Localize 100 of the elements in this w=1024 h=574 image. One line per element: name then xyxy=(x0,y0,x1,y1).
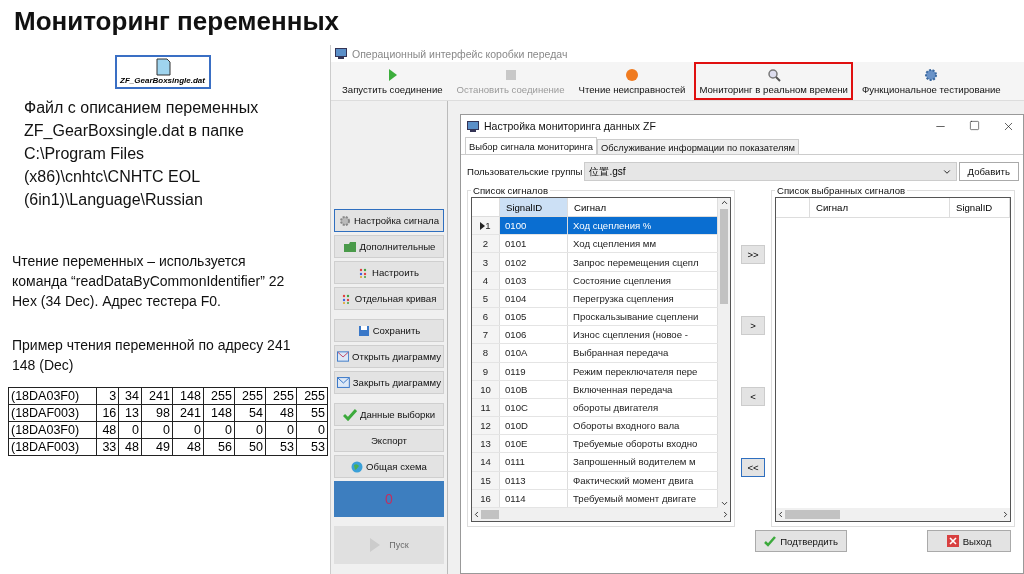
exit-button[interactable]: Выход xyxy=(927,530,1011,552)
table-cell: 255 xyxy=(296,387,328,405)
field-label: Пользовательские группы xyxy=(467,166,583,177)
scrollbar[interactable] xyxy=(718,198,730,508)
add-button[interactable]: Добавить xyxy=(958,162,1019,181)
table-cell: 0 xyxy=(172,421,204,439)
side-button[interactable]: Настроить xyxy=(334,261,444,284)
confirm-button[interactable]: Подтвердить xyxy=(755,530,847,552)
file-name: ZF_GearBoxsingle.dat xyxy=(120,76,205,85)
table-cell: 0 xyxy=(141,421,173,439)
side-button[interactable]: Дополнительные xyxy=(334,235,444,258)
magnifier-icon xyxy=(766,67,781,82)
slide-title: Мониторинг переменных xyxy=(13,5,341,38)
scrollbar-thumb[interactable] xyxy=(720,209,728,304)
group-title: Список сигналов xyxy=(472,185,549,196)
current-row-icon xyxy=(480,221,486,230)
group-dropdown[interactable]: 位置.gsf xyxy=(584,162,957,181)
table-cell: 148 xyxy=(172,387,204,405)
table-cell: 0 xyxy=(234,421,266,439)
table-cell: 50 xyxy=(234,438,266,456)
circle-icon xyxy=(625,67,639,82)
table-cell: 48 xyxy=(172,438,204,456)
table-cell: 16 xyxy=(96,404,119,422)
document-icon xyxy=(153,58,172,76)
table-cell: 48 xyxy=(265,404,297,422)
table-cell: 53 xyxy=(265,438,297,456)
tab[interactable]: Обслуживание информации по показателям xyxy=(596,139,799,154)
side-button[interactable]: Отдельная кривая xyxy=(334,287,444,310)
close-icon xyxy=(946,535,959,547)
row-number: 14 xyxy=(472,453,500,471)
chevron-icon[interactable] xyxy=(472,510,481,519)
chevron-icon[interactable] xyxy=(719,198,729,207)
counter-display: 0 xyxy=(334,481,444,517)
group-title: Список выбранных сигналов xyxy=(776,185,907,196)
toolbar-button[interactable]: Функциональное тестирование xyxy=(856,62,1006,100)
row-number: 7 xyxy=(472,326,500,344)
side-button[interactable]: Закрыть диаграмму xyxy=(334,371,444,394)
folder-icon xyxy=(342,240,357,253)
row-number: 3 xyxy=(472,253,500,271)
row-number: 2 xyxy=(472,235,500,253)
table-cell: 33 xyxy=(96,438,119,456)
scrollbar-thumb[interactable] xyxy=(481,510,499,519)
envelope-icon xyxy=(337,351,350,362)
check-icon xyxy=(764,535,777,547)
window-title: Операционный интерфейс коробки передач xyxy=(352,47,568,60)
chevron-icon[interactable] xyxy=(1001,510,1010,519)
table-cell[interactable]: Ход сцепления % xyxy=(568,217,718,235)
note-text: Файл с описанием переменных ZF_GearBoxsingle.dat в папке C:\Program Files (x86)\cnhtc\CNHTC EOL (6in1)\Language\Russian xyxy=(24,98,260,210)
toolbar-button[interactable]: Мониторинг в реальном времени xyxy=(694,62,853,100)
scrollbar[interactable] xyxy=(776,508,1010,521)
table-cell: 148 xyxy=(203,404,235,422)
dots-icon xyxy=(341,293,352,304)
side-button[interactable]: Данные выборки xyxy=(334,403,444,426)
table-cell: 0 xyxy=(203,421,235,439)
column-header[interactable]: SignalID xyxy=(500,198,568,217)
table-cell: 255 xyxy=(234,387,266,405)
move-button[interactable]: << xyxy=(741,458,765,477)
table-cell: 0 xyxy=(265,421,297,439)
gear-icon xyxy=(924,67,939,82)
window-icon xyxy=(467,120,479,132)
side-button[interactable]: Настройка сигнала xyxy=(334,209,444,232)
table-cell[interactable]: 0100 xyxy=(500,217,568,235)
table-cell: 0 xyxy=(118,421,142,439)
side-button[interactable]: Общая схема xyxy=(334,455,444,478)
toolbar-button[interactable]: Запустить соединение xyxy=(337,62,448,100)
table-cell: 255 xyxy=(265,387,297,405)
scrollbar-thumb[interactable] xyxy=(785,510,840,519)
scrollbar[interactable] xyxy=(472,508,730,521)
dialog-title: Настройка мониторинга данных ZF xyxy=(484,120,656,132)
toolbar-button[interactable]: Чтение неисправностей xyxy=(573,62,691,100)
stop-icon xyxy=(503,67,518,82)
maximize-icon[interactable] xyxy=(969,119,980,131)
globe-icon xyxy=(351,460,364,473)
table-cell: 34 xyxy=(118,387,142,405)
envelope-icon xyxy=(337,377,350,388)
table-cell: 241 xyxy=(172,404,204,422)
table-cell: 56 xyxy=(203,438,235,456)
side-button[interactable]: Открыть диаграмму xyxy=(334,345,444,368)
table-cell: (18DA03F0) xyxy=(8,387,97,405)
move-button[interactable]: < xyxy=(741,387,765,406)
table-cell: (18DAF003) xyxy=(8,438,97,456)
tab[interactable]: Выбор сигнала мониторинга xyxy=(465,137,597,154)
note-text: Пример чтения переменной по адресу 241 148 (Dec) xyxy=(12,336,292,375)
row-number: 1 xyxy=(472,217,500,235)
table-cell: 241 xyxy=(141,387,173,405)
table-cell: 13 xyxy=(118,404,142,422)
table-cell: (18DA03F0) xyxy=(8,421,97,439)
table-cell: 48 xyxy=(118,438,142,456)
table-cell: 49 xyxy=(141,438,173,456)
chevron-icon[interactable] xyxy=(776,510,785,519)
side-button[interactable]: Сохранить xyxy=(334,319,444,342)
side-button[interactable]: Экспорт xyxy=(334,429,444,452)
note-text: Чтение переменных – используется команда “readDataByCommonIdentifier” 22 Hex (34 Dec). Адрес тестера F0. xyxy=(12,252,286,311)
move-button[interactable]: >> xyxy=(741,245,765,264)
table-cell: 0 xyxy=(296,421,328,439)
table-cell: 98 xyxy=(141,404,173,422)
table-cell: 3 xyxy=(96,387,119,405)
table-cell: 54 xyxy=(234,404,266,422)
move-button[interactable]: > xyxy=(741,316,765,335)
floppy-icon xyxy=(357,324,370,337)
